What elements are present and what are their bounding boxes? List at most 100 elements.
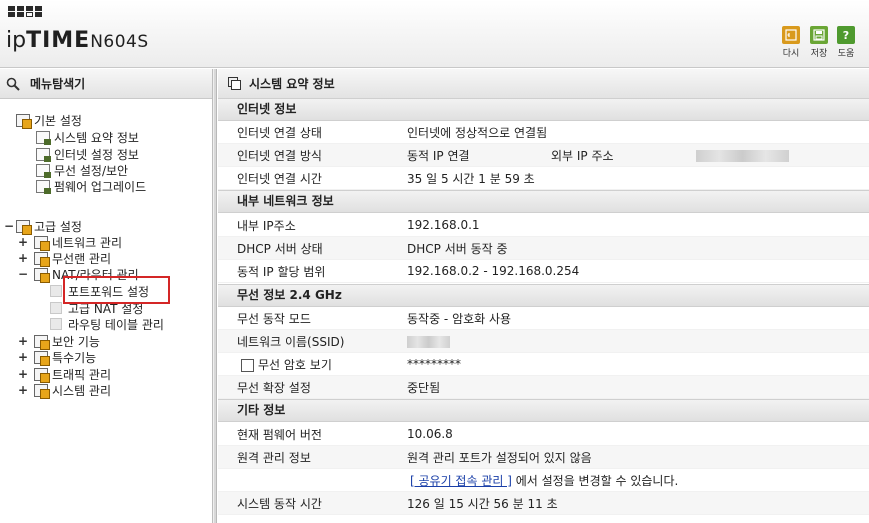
label: 동적 IP 할당 범위: [237, 264, 326, 279]
row-wireless-extension: 무선 확장 설정 중단됨: [218, 376, 869, 399]
label: 인터넷 연결 상태: [237, 125, 322, 140]
label: 원격 관리 정보: [237, 450, 311, 465]
tree-item-wlan[interactable]: + 무선랜 관리: [18, 250, 112, 267]
section-wireless-info: 무선 정보 2.4 GHz: [218, 284, 869, 307]
value: 원격 관리 포트가 설정되어 있지 않음: [407, 450, 592, 465]
panel-splitter[interactable]: [213, 69, 217, 523]
page-icon: [50, 318, 62, 330]
content-header: 시스템 요약 정보: [218, 69, 869, 99]
tree-item-internet-setup[interactable]: 인터넷 설정 정보: [36, 146, 139, 162]
tree-advanced-settings[interactable]: − 고급 설정: [4, 218, 82, 235]
show-password-checkbox[interactable]: [241, 358, 254, 372]
tree-basic-label: 기본 설정: [34, 113, 82, 128]
tree-item-label: 라우팅 테이블 관리: [68, 317, 164, 332]
expand-toggle[interactable]: +: [18, 383, 28, 397]
expand-toggle[interactable]: +: [18, 367, 28, 381]
section-internal-network: 내부 네트워크 정보: [218, 190, 869, 213]
show-password-toggle[interactable]: 무선 암호 보기: [241, 356, 332, 373]
traffic-chart-icon: [34, 367, 50, 383]
router-access-management-link[interactable]: [ 공유기 접속 관리 ]: [410, 474, 512, 488]
ssid-redacted: [407, 336, 450, 348]
collapse-toggle[interactable]: −: [4, 219, 14, 233]
page-icon: [50, 302, 62, 314]
tree-item-routing-table[interactable]: 라우팅 테이블 관리: [50, 316, 164, 332]
row-internal-ip: 내부 IP주소 192.168.0.1: [218, 214, 869, 237]
row-dhcp-status: DHCP 서버 상태 DHCP 서버 동작 중: [218, 237, 869, 260]
network-folder-icon: [34, 235, 50, 251]
help-button[interactable]: ? 도움: [835, 26, 857, 59]
tree-item-label: 무선 설정/보안: [54, 163, 129, 178]
expand-toggle[interactable]: +: [18, 235, 28, 249]
tree-item-label: 특수기능: [52, 350, 97, 365]
value: DHCP 서버 동작 중: [407, 241, 508, 256]
expand-toggle[interactable]: +: [18, 334, 28, 348]
menu-explorer-header: 메뉴탐색기: [0, 69, 212, 99]
document-icon: [36, 163, 51, 178]
tree-item-label: 인터넷 설정 정보: [54, 147, 139, 162]
folder-icon: [16, 219, 32, 235]
lock-icon: [34, 334, 50, 350]
value: 192.168.0.2 - 192.168.0.254: [407, 264, 580, 278]
tree-item-network[interactable]: + 네트워크 관리: [18, 234, 123, 251]
tree-item-label: 무선랜 관리: [52, 251, 112, 266]
remote-link-text: [ 공유기 접속 관리 ] 에서 설정을 변경할 수 있습니다.: [410, 472, 678, 489]
external-ip-label: 외부 IP 주소: [551, 148, 614, 163]
iptime-logo: ipTIMEN604S: [6, 28, 149, 53]
label: 인터넷 연결 방식: [237, 148, 322, 163]
save-button[interactable]: 저장: [808, 26, 830, 59]
label: 현재 펌웨어 버전: [237, 427, 322, 442]
collapse-toggle[interactable]: −: [18, 267, 28, 281]
page-title: 시스템 요약 정보: [249, 77, 335, 91]
nat-folder-icon: [34, 267, 50, 283]
value: 35 일 5 시간 1 분 59 초: [407, 171, 535, 186]
undo-label: 다시: [782, 49, 800, 59]
wlan-folder-icon: [34, 251, 50, 267]
expand-toggle[interactable]: +: [18, 251, 28, 265]
label: DHCP 서버 상태: [237, 241, 323, 256]
label: 무선 동작 모드: [237, 311, 311, 326]
value: 126 일 15 시간 56 분 11 초: [407, 496, 558, 511]
row-wireless-mode: 무선 동작 모드 동작중 - 암호화 사용: [218, 307, 869, 330]
folder-icon: [16, 113, 32, 129]
value: 인터넷에 정상적으로 연결됨: [407, 125, 548, 140]
tree-item-label: 펌웨어 업그레이드: [54, 179, 147, 194]
label: 내부 IP주소: [237, 218, 296, 233]
tree-item-traffic[interactable]: + 트래픽 관리: [18, 366, 111, 383]
tree-basic-settings[interactable]: 기본 설정: [16, 112, 82, 129]
tree-item-special[interactable]: + 특수기능: [18, 349, 97, 366]
save-label: 저장: [810, 49, 828, 59]
row-internet-status: 인터넷 연결 상태 인터넷에 정상적으로 연결됨: [218, 121, 869, 144]
tree-advanced-label: 고급 설정: [34, 219, 82, 234]
row-internet-time: 인터넷 연결 시간 35 일 5 시간 1 분 59 초: [218, 167, 869, 190]
remote-link-suffix: 에서 설정을 변경할 수 있습니다.: [511, 473, 679, 488]
selection-highlight-box: [63, 276, 170, 304]
tree-item-system-summary[interactable]: 시스템 요약 정보: [36, 129, 139, 145]
label: 시스템 동작 시간: [237, 496, 322, 511]
row-dhcp-range: 동적 IP 할당 범위 192.168.0.2 - 192.168.0.254: [218, 260, 869, 283]
row-wireless-password: 무선 암호 보기 *********: [218, 353, 869, 376]
tree-item-system[interactable]: + 시스템 관리: [18, 382, 111, 399]
tree-item-wireless-security[interactable]: 무선 설정/보안: [36, 162, 128, 178]
header-bar: ipTIMEN604S 다시 저장 ? 도움: [0, 0, 869, 68]
tree-item-label: 네트워크 관리: [52, 235, 123, 250]
show-password-label: 무선 암호 보기: [258, 357, 332, 372]
tree-item-firmware-upgrade[interactable]: 펌웨어 업그레이드: [36, 178, 146, 194]
help-icon: ?: [837, 26, 855, 44]
document-icon: [36, 179, 51, 194]
brand-dots-icon: [8, 6, 42, 17]
row-firmware-version: 현재 펌웨어 버전 10.06.8: [218, 423, 869, 446]
row-ssid: 네트워크 이름(SSID): [218, 330, 869, 353]
row-remote-link: [ 공유기 접속 관리 ] 에서 설정을 변경할 수 있습니다.: [218, 469, 869, 492]
tree-item-security[interactable]: + 보안 기능: [18, 333, 100, 350]
value: 중단됨: [407, 380, 441, 395]
system-chart-icon: [34, 383, 50, 399]
row-remote-management: 원격 관리 정보 원격 관리 포트가 설정되어 있지 않음: [218, 446, 869, 469]
menu-explorer-title: 메뉴탐색기: [30, 77, 86, 91]
expand-toggle[interactable]: +: [18, 350, 28, 364]
tree-item-label: 시스템 요약 정보: [54, 130, 139, 145]
section-other-info: 기타 정보: [218, 399, 869, 422]
menu-explorer-panel: 메뉴탐색기 기본 설정 시스템 요약 정보 인터넷 설정 정보 무선 설정/보안…: [0, 69, 213, 523]
page-icon: [50, 285, 62, 297]
undo-button[interactable]: 다시: [780, 26, 802, 59]
label: 인터넷 연결 시간: [237, 171, 322, 186]
